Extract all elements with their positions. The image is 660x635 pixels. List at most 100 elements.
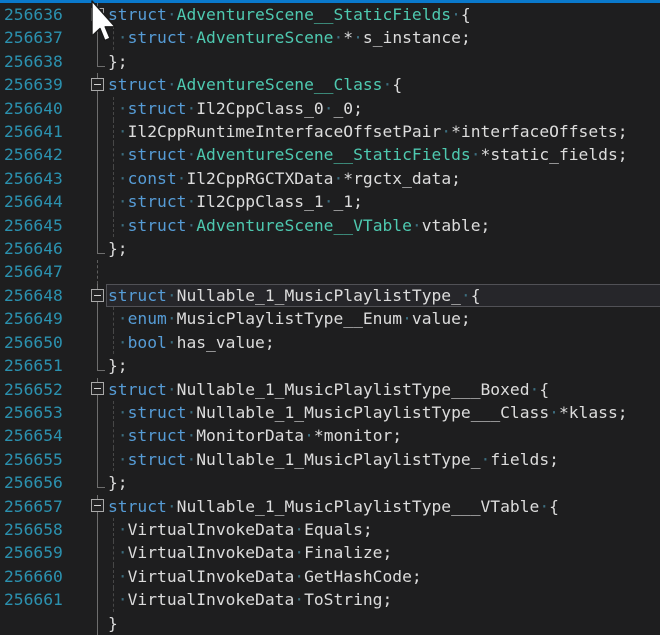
line-number: 256649 xyxy=(4,307,63,330)
fold-collapse-button[interactable] xyxy=(91,78,104,91)
code-line[interactable]: 256657 struct·Nullable_1_MusicPlaylistTyp… xyxy=(0,495,660,518)
fold-region-line xyxy=(97,120,98,143)
fold-region-end-tick xyxy=(98,370,105,371)
code-line[interactable]: 256659 ·VirtualInvokeData·Finalize; xyxy=(0,541,660,564)
fold-region-line xyxy=(97,471,98,488)
fold-collapse-button[interactable] xyxy=(91,289,104,302)
code-text: ·struct·Il2CppClass_0·_0; xyxy=(108,97,363,120)
code-text: } xyxy=(108,612,118,635)
fold-region-line xyxy=(97,541,98,564)
fold-collapse-button[interactable] xyxy=(91,499,104,512)
code-text: ·bool·has_value; xyxy=(108,331,275,354)
code-editor[interactable]: 256636 struct·AdventureScene__StaticField… xyxy=(0,3,660,615)
code-text: ·Il2CppRuntimeInterfaceOffsetPair·*inter… xyxy=(108,120,628,143)
line-number: 256661 xyxy=(4,588,63,611)
fold-region-line xyxy=(97,424,98,447)
fold-region-line xyxy=(97,307,98,330)
line-number: 256652 xyxy=(4,378,63,401)
line-number: 256639 xyxy=(4,73,63,96)
line-number: 256651 xyxy=(4,354,63,377)
code-line[interactable]: 256644 ·struct·Il2CppClass_1·_1; xyxy=(0,190,660,213)
code-text: ·enum·MusicPlaylistType__Enum·value; xyxy=(108,307,471,330)
line-number: 256643 xyxy=(4,167,63,190)
code-line[interactable]: 256650 ·bool·has_value; xyxy=(0,331,660,354)
code-line[interactable]: 256638}; xyxy=(0,50,660,73)
code-text: ·const·Il2CppRGCTXData·*rgctx_data; xyxy=(108,167,461,190)
fold-region-line xyxy=(97,237,98,254)
line-number: 256660 xyxy=(4,565,63,588)
line-number: 256655 xyxy=(4,448,63,471)
code-line[interactable]: 256636 struct·AdventureScene__StaticField… xyxy=(0,3,660,26)
code-text: ·VirtualInvokeData·Equals; xyxy=(108,518,373,541)
fold-region-line xyxy=(97,518,98,541)
line-number: 256645 xyxy=(4,214,63,237)
line-number: 256646 xyxy=(4,237,63,260)
code-text: }; xyxy=(108,471,128,494)
code-line[interactable]: 256648 struct·Nullable_1_MusicPlaylistTyp… xyxy=(0,284,660,307)
code-text: ·VirtualInvokeData·GetHashCode; xyxy=(108,565,422,588)
line-number: 256659 xyxy=(4,541,63,564)
line-number: 256640 xyxy=(4,97,63,120)
code-line[interactable]: 256647 xyxy=(0,260,660,283)
code-line[interactable]: 256643 ·const·Il2CppRGCTXData·*rgctx_dat… xyxy=(0,167,660,190)
code-line[interactable]: 256652struct·Nullable_1_MusicPlaylistTyp… xyxy=(0,378,660,401)
line-number: 256636 xyxy=(4,3,63,26)
code-text: ·VirtualInvokeData·Finalize; xyxy=(108,541,392,564)
code-text: struct·AdventureScene__StaticFields·{ xyxy=(108,3,471,26)
code-line[interactable]: 256653 ·struct·Nullable_1_MusicPlaylistT… xyxy=(0,401,660,424)
fold-region-line xyxy=(97,331,98,354)
fold-region-line xyxy=(97,26,98,49)
code-text: ·struct·MonitorData·*monitor; xyxy=(108,424,402,447)
fold-region-line xyxy=(97,97,98,120)
fold-region-line xyxy=(97,190,98,213)
line-number: 256648 xyxy=(4,284,63,307)
code-line[interactable]: 256651}; xyxy=(0,354,660,377)
fold-region-line xyxy=(97,50,98,67)
code-text: struct·Nullable_1_MusicPlaylistType_·{ xyxy=(108,284,481,307)
code-line[interactable]: 256637 ·struct·AdventureScene·*·s_instan… xyxy=(0,26,660,49)
line-number: 256638 xyxy=(4,50,63,73)
line-number: 256654 xyxy=(4,424,63,447)
code-text: ·VirtualInvokeData·ToString; xyxy=(108,588,392,611)
code-text: struct·AdventureScene__Class·{ xyxy=(108,73,402,96)
code-line[interactable]: 256640 ·struct·Il2CppClass_0·_0; xyxy=(0,97,660,120)
code-text: ·struct·Nullable_1_MusicPlaylistType___C… xyxy=(108,401,628,424)
line-number: 256642 xyxy=(4,143,63,166)
line-number: 256641 xyxy=(4,120,63,143)
line-number: 256637 xyxy=(4,26,63,49)
code-line[interactable]: 256661 ·VirtualInvokeData·ToString; xyxy=(0,588,660,611)
fold-collapse-button[interactable] xyxy=(91,382,104,395)
line-number: 256647 xyxy=(4,260,63,283)
code-line[interactable]: 256642 ·struct·AdventureScene__StaticFie… xyxy=(0,143,660,166)
code-text: }; xyxy=(108,50,128,73)
code-line[interactable]: 256656}; xyxy=(0,471,660,494)
code-line[interactable]: 256645 ·struct·AdventureScene__VTable·vt… xyxy=(0,214,660,237)
code-line[interactable]: 256641 ·Il2CppRuntimeInterfaceOffsetPair… xyxy=(0,120,660,143)
fold-collapse-button[interactable] xyxy=(91,8,104,21)
code-line[interactable]: 256646}; xyxy=(0,237,660,260)
code-text: ·struct·Nullable_1_MusicPlaylistType_·fi… xyxy=(108,448,559,471)
fold-region-end-tick xyxy=(98,66,105,67)
code-line[interactable]: 256660 ·VirtualInvokeData·GetHashCode; xyxy=(0,565,660,588)
code-line[interactable]: 256655 ·struct·Nullable_1_MusicPlaylistT… xyxy=(0,448,660,471)
code-text: ·struct·Il2CppClass_1·_1; xyxy=(108,190,363,213)
code-line[interactable]: 256658 ·VirtualInvokeData·Equals; xyxy=(0,518,660,541)
code-text: ·struct·AdventureScene·*·s_instance; xyxy=(108,26,471,49)
code-text: struct·Nullable_1_MusicPlaylistType___VT… xyxy=(108,495,559,518)
fold-region-end-tick xyxy=(98,253,105,254)
fold-region-line xyxy=(97,354,98,371)
code-line[interactable]: 256649 ·enum·MusicPlaylistType__Enum·val… xyxy=(0,307,660,330)
fold-region-end-tick xyxy=(98,487,105,488)
code-line[interactable]: 256654 ·struct·MonitorData·*monitor; xyxy=(0,424,660,447)
line-number: 256658 xyxy=(4,518,63,541)
line-number: 256656 xyxy=(4,471,63,494)
code-line[interactable]: } xyxy=(0,612,660,635)
code-text: ·struct·AdventureScene__StaticFields·*st… xyxy=(108,143,628,166)
fold-region-line xyxy=(97,260,98,283)
line-number: 256650 xyxy=(4,331,63,354)
line-number: 256653 xyxy=(4,401,63,424)
fold-region-line xyxy=(97,612,98,635)
code-line[interactable]: 256639 struct·AdventureScene__Class·{ xyxy=(0,73,660,96)
line-number: 256657 xyxy=(4,495,63,518)
code-text: }; xyxy=(108,354,128,377)
